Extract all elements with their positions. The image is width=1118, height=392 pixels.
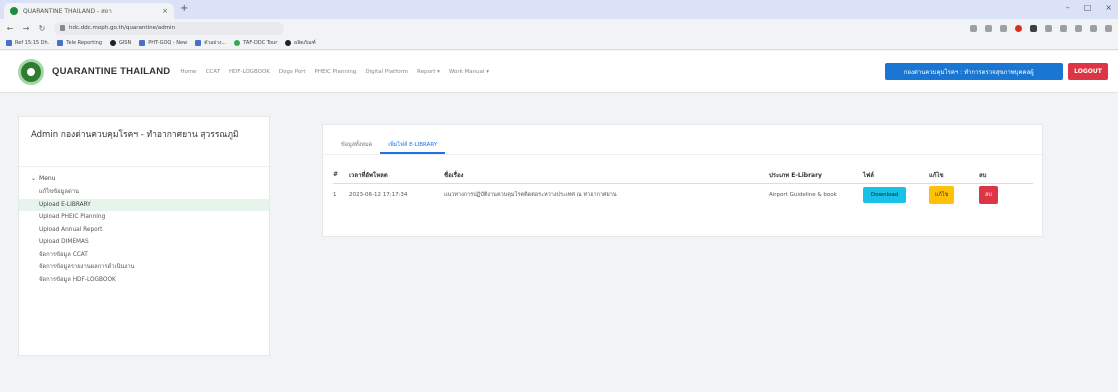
download-button[interactable]: Download — [863, 187, 907, 204]
cast-icon[interactable] — [970, 24, 977, 32]
nav-work-manual-dropdown[interactable]: Work Manual ▾ — [449, 69, 489, 75]
edit-button[interactable]: แก้ไข — [929, 186, 955, 205]
brand-title[interactable]: QUARANTINE THAILAND — [52, 66, 170, 77]
new-tab-button[interactable]: + — [180, 3, 188, 14]
admin-sidebar: Admin กองด่านควบคุมโรคฯ - ทำอากาศยาน สุว… — [18, 116, 270, 356]
github-icon — [109, 40, 116, 46]
sidebar-item-upload-dimemas[interactable]: Upload DIMEMAS — [19, 236, 269, 249]
logo-icon[interactable] — [18, 58, 44, 85]
row-type: Airport Guideline & book — [769, 192, 837, 199]
nav-home[interactable]: Home — [180, 69, 196, 75]
sidebar-item-manage-hdf-logbook[interactable]: จัดการข้อมูล HDF-LOGBOOK — [19, 274, 269, 287]
adblock-extension-icon[interactable] — [1015, 24, 1022, 32]
user-button[interactable]: 👤 กองด่านควบคุมโรคฯ : ทำการตรวจสุขภาพบุค… — [885, 63, 1063, 80]
zoom-icon[interactable] — [985, 24, 992, 32]
bookmark-item[interactable]: Ref 15:15 Dh. — [6, 40, 49, 46]
sidebar-menu-title[interactable]: ⌄ Menu — [19, 175, 269, 186]
col-edit: แก้ไข — [929, 167, 979, 184]
row-delete-cell: ลบ — [979, 183, 1033, 207]
favicon-icon — [10, 7, 18, 15]
puzzle-icon[interactable] — [1045, 24, 1052, 32]
user-label: กองด่านควบคุมโรคฯ : ทำการตรวจสุขภาพบุคคล… — [903, 68, 1034, 76]
back-arrow-icon[interactable]: ← — [6, 24, 14, 33]
sidebar-item-manage-ccat[interactable]: จัดการข้อมูล CCAT — [19, 249, 269, 262]
lock-icon — [60, 25, 65, 31]
row-datetime: 2023-06-12 17:17:34 — [349, 192, 408, 199]
elibrary-card: ข้อมูลทั้งหมด เพิ่มไฟล์ E-LIBRARY # เวลา… — [322, 124, 1043, 237]
forward-arrow-icon[interactable]: → — [22, 24, 30, 33]
row-number: 1 — [333, 192, 337, 199]
bookmark-item[interactable]: Tele Reporting — [57, 40, 102, 46]
nav-hdf-logbook[interactable]: HDF-LOGBOOK — [229, 69, 270, 75]
bookmark-item[interactable]: TAF-DDC Tour — [234, 40, 277, 46]
nav-dogs-port[interactable]: Dogs Port — [279, 69, 306, 75]
profile-icon[interactable] — [1090, 24, 1097, 32]
bookmark-icon — [234, 40, 241, 46]
extension-icon[interactable] — [1030, 24, 1037, 32]
content-tabs: ข้อมูลทั้งหมด เพิ่มไฟล์ E-LIBRARY — [323, 125, 1042, 155]
sidebar-menu: ⌄ Menu แก้ไขข้อมูลด่าน Upload E-LIBRARY … — [19, 167, 269, 286]
bookmark-icon — [285, 40, 292, 46]
nav-report-dropdown[interactable]: Report ▾ — [417, 69, 440, 75]
kebab-menu-icon[interactable] — [1105, 24, 1112, 32]
reload-icon[interactable]: ↻ — [38, 24, 46, 33]
bookmark-item[interactable]: PHT-GOQ - New — [139, 40, 187, 46]
nav-pheic-planning[interactable]: PHEIC Planning — [315, 69, 357, 75]
logout-button[interactable]: LOGOUT — [1068, 63, 1108, 80]
row-edit-cell: แก้ไข — [929, 183, 979, 207]
chevron-down-icon: ⌄ — [31, 175, 37, 182]
bookmark-item[interactable]: ตัวอย่าง... — [195, 39, 226, 47]
bookmark-icon — [6, 40, 12, 46]
col-delete: ลบ — [979, 167, 1033, 184]
window-controls: – □ × — [1066, 3, 1112, 12]
main-menu: Home CCAT HDF-LOGBOOK Dogs Port PHEIC Pl… — [180, 69, 489, 75]
bookmark-icon — [195, 40, 202, 46]
col-file: ไฟล์ — [863, 167, 929, 184]
browser-toolbar: ← → ↻ hdc.ddc.moph.go.th/quarantine/admi… — [0, 19, 1118, 37]
col-number: # — [333, 167, 349, 184]
user-icon: 👤 — [891, 67, 900, 76]
sidebar-item-upload-elibrary[interactable]: Upload E-LIBRARY — [19, 198, 269, 211]
table-row: 1 2023-06-12 17:17:34 แนวทางการปฏิบัติงา… — [333, 183, 1033, 207]
delete-button[interactable]: ลบ — [979, 186, 998, 205]
bookmark-icon — [57, 40, 64, 46]
bookmark-icon — [139, 40, 146, 46]
col-title: ชื่อเรื่อง — [444, 167, 769, 184]
minimize-button[interactable]: – — [1066, 3, 1070, 12]
table-header-row: # เวลาที่อัพโหลด ชื่อเรื่อง ประเภท E-Lib… — [333, 167, 1033, 184]
col-upload-time: เวลาที่อัพโหลด — [349, 167, 444, 184]
tab-all-data[interactable]: ข้อมูลทั้งหมด — [333, 135, 380, 154]
tab-title: QUARANTINE THAILAND - สถา — [23, 8, 112, 15]
tab-add-elibrary[interactable]: เพิ่มไฟล์ E-LIBRARY — [380, 135, 446, 154]
sidepanel-icon[interactable] — [1075, 24, 1082, 32]
url-text: hdc.ddc.moph.go.th/quarantine/admin — [69, 25, 176, 31]
sidebar-heading: Admin กองด่านควบคุมโรคฯ - ทำอากาศยาน สุว… — [19, 117, 269, 167]
bookmarks-bar: Ref 15:15 Dh. Tele Reporting GISN PHT-GO… — [0, 37, 1118, 50]
sidebar-item-manage-report[interactable]: จัดการข้อมูลรายงานผลการดำเนินงาน — [19, 261, 269, 274]
sidebar-item-upload-annual-report[interactable]: Upload Annual Report — [19, 224, 269, 237]
maximize-button[interactable]: □ — [1084, 3, 1092, 12]
app-navbar: QUARANTINE THAILAND Home CCAT HDF-LOGBOO… — [0, 51, 1118, 93]
elibrary-table: # เวลาที่อัพโหลด ชื่อเรื่อง ประเภท E-Lib… — [333, 167, 1033, 207]
browser-tab-strip: QUARANTINE THAILAND - สถา × + – □ × — [0, 0, 1118, 19]
nav-ccat[interactable]: CCAT — [206, 69, 220, 75]
download-icon[interactable] — [1060, 24, 1067, 32]
bookmark-item[interactable]: ผลิตภัณฑ์ — [285, 39, 316, 47]
row-file-cell: Download — [863, 183, 929, 207]
address-bar[interactable]: hdc.ddc.moph.go.th/quarantine/admin — [54, 21, 284, 35]
tab-close-icon[interactable]: × — [162, 7, 168, 15]
sidebar-item-upload-pheic[interactable]: Upload PHEIC Planning — [19, 211, 269, 224]
nav-digital-platform[interactable]: Digital Platform — [365, 69, 408, 75]
extension-icons — [970, 24, 1112, 32]
star-icon[interactable] — [1000, 24, 1007, 32]
row-title: แนวทางการปฏิบัติงานควบคุมโรคติดต่อระหว่า… — [444, 192, 617, 199]
bookmark-item[interactable]: GISN — [109, 40, 131, 46]
col-type: ประเภท E-Library — [769, 167, 863, 184]
close-window-button[interactable]: × — [1105, 3, 1112, 12]
browser-tab[interactable]: QUARANTINE THAILAND - สถา × — [4, 3, 174, 19]
sidebar-item-edit-checkpoint[interactable]: แก้ไขข้อมูลด่าน — [19, 186, 269, 199]
